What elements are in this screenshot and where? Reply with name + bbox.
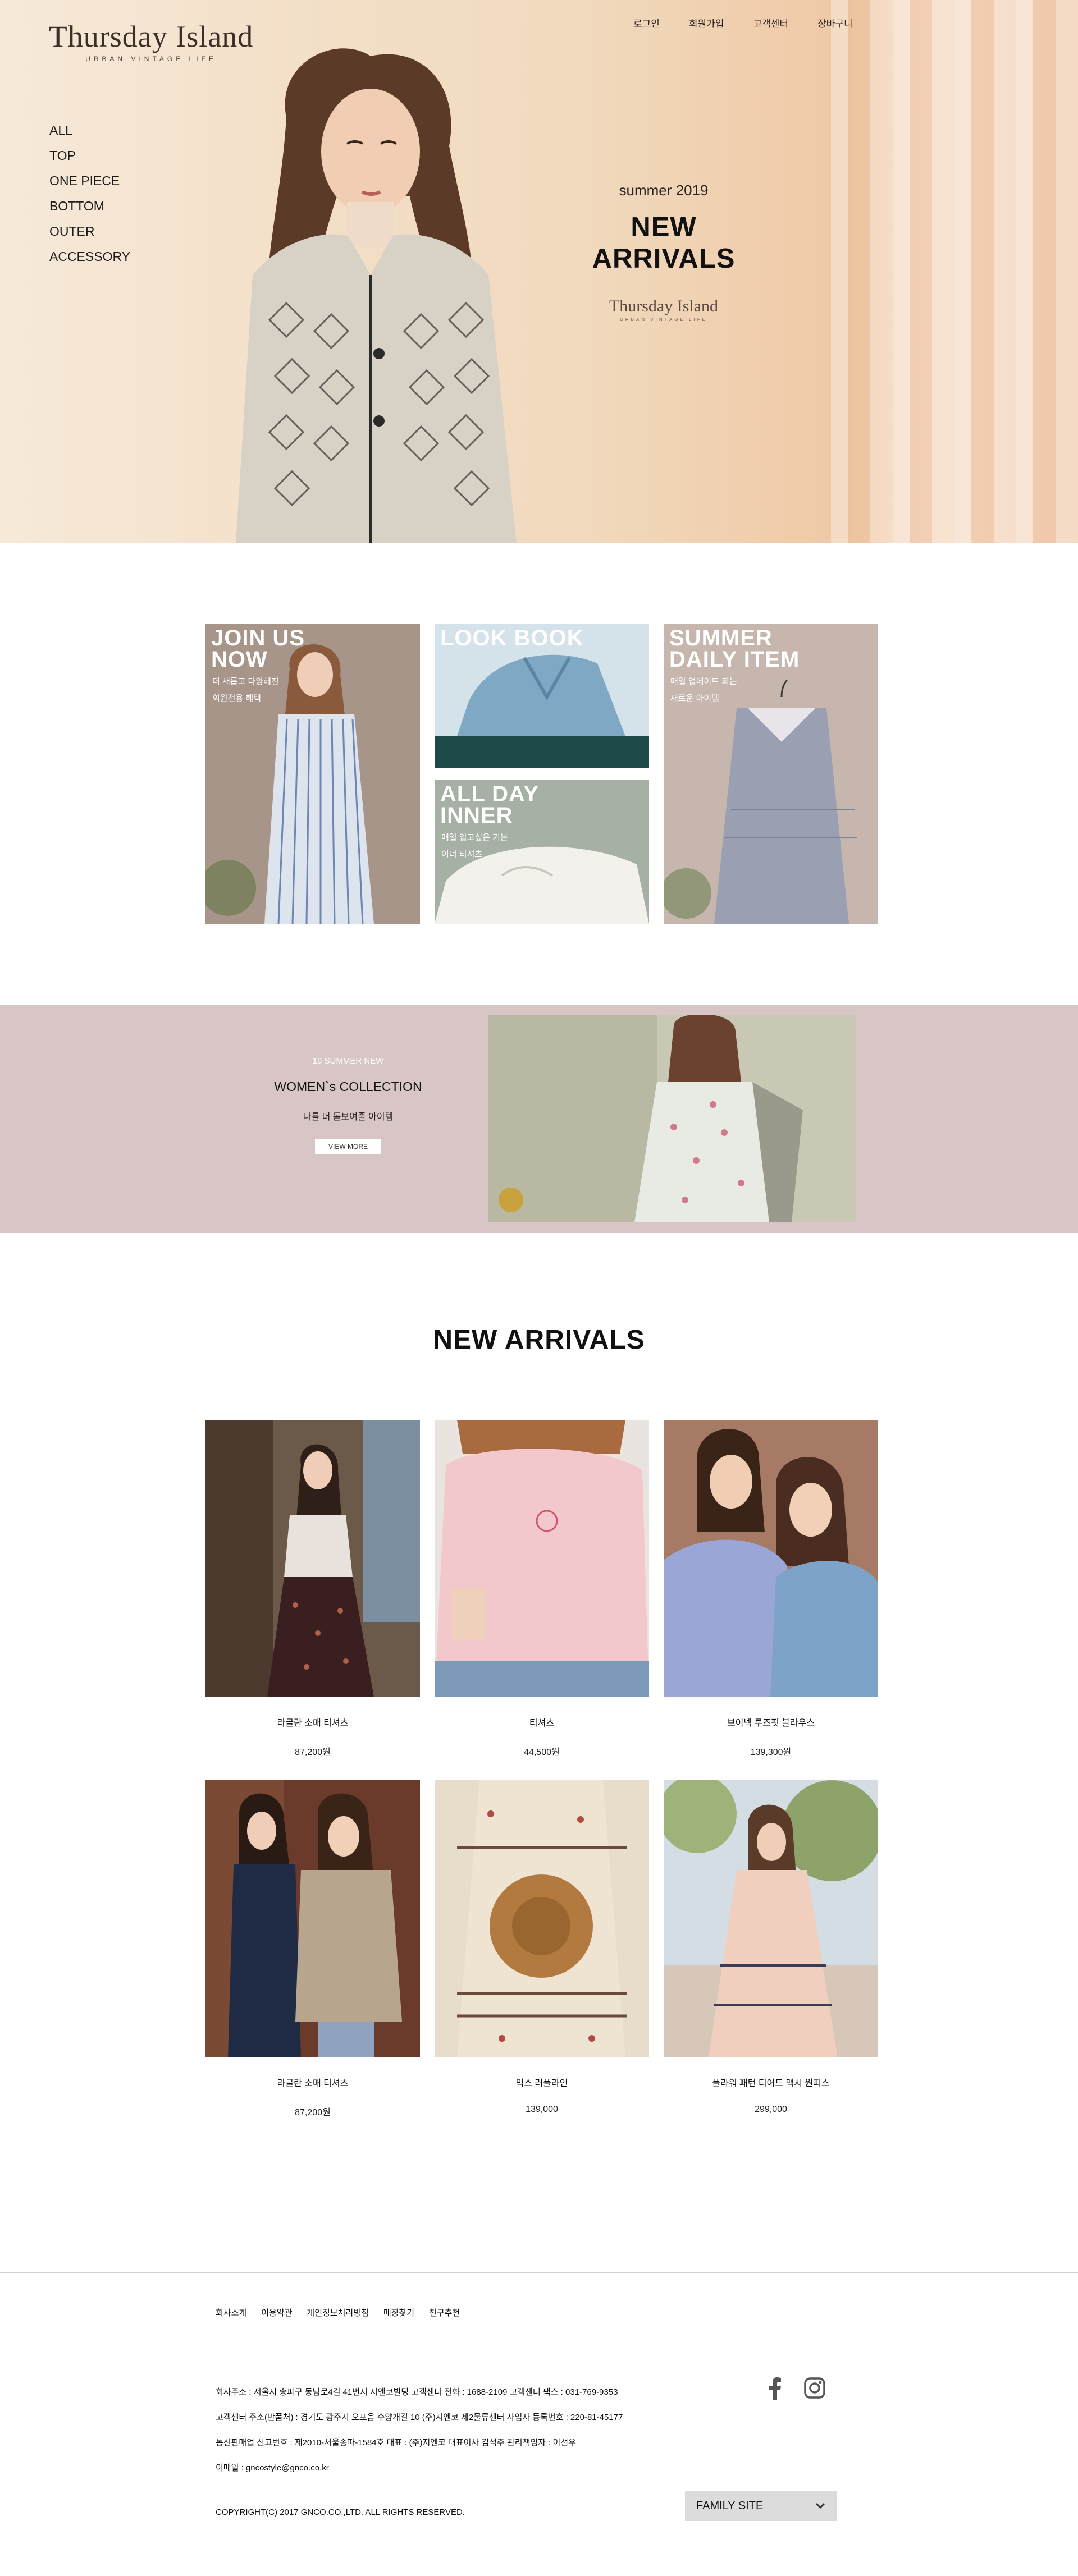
banner-copy: 19 SUMMER NEW WOMEN`s COLLECTION 나를 더 돋보…: [241, 1056, 455, 1154]
category-outer[interactable]: OUTER: [49, 219, 130, 244]
family-site-select[interactable]: FAMILY SITE: [685, 2491, 837, 2521]
hero-brand-name: Thursday Island: [609, 297, 719, 315]
all-day-inner-subtitle: 매일 입고싶은 기본 이너 티셔츠: [441, 829, 508, 863]
all-day-inner-subtitle-line2: 이너 티셔츠: [441, 850, 483, 859]
category-all[interactable]: ALL: [49, 118, 130, 143]
product-card[interactable]: 티셔츠 44,500원: [435, 1420, 649, 1758]
category-top[interactable]: TOP: [49, 143, 130, 168]
summer-daily-title: SUMMER DAILY ITEM: [669, 626, 800, 672]
product-image: [205, 1420, 420, 1697]
business-registration: 통신판매업 신고번호 : 제2010-서울송파-1584호 대표 : (주)지엔…: [216, 2438, 576, 2447]
hero-copy: summer 2019 NEW ARRIVALS Thursday Island…: [561, 182, 766, 322]
category-one-piece[interactable]: ONE PIECE: [49, 168, 130, 194]
footer-divider: [0, 2272, 1078, 2273]
product-name: 믹스 러플라인: [515, 2079, 568, 2088]
product-name: 브이넥 루즈핏 블라우스: [727, 1718, 815, 1728]
view-more-button[interactable]: VIEW MORE: [315, 1139, 381, 1154]
hero-model-image: [236, 48, 517, 543]
join-us-subtitle-line1: 더 새롭고 다양해진: [212, 677, 279, 686]
product-price: 139,300원: [750, 1748, 792, 1757]
product-price: 299,000: [755, 2105, 787, 2114]
collection-banner: 19 SUMMER NEW WOMEN`s COLLECTION 나를 더 돋보…: [0, 1005, 1078, 1233]
banner-title: WOMEN`s COLLECTION: [274, 1079, 422, 1094]
product-price: 139,000: [526, 2105, 558, 2114]
footer-link-referral[interactable]: 친구추천: [429, 2307, 460, 2318]
company-info: 회사주소 : 서울시 송파구 동남로4길 41번지 지엔코빌딩 고객센터 전화 …: [216, 2380, 623, 2481]
join-us-title-line2: NOW: [211, 647, 268, 672]
footer-link-terms[interactable]: 이용약관: [261, 2307, 292, 2318]
product-name: 플라워 패턴 티어드 맥시 원피스: [712, 2079, 830, 2088]
footer-link-privacy[interactable]: 개인정보처리방침: [307, 2307, 368, 2318]
footer-link-about[interactable]: 회사소개: [216, 2307, 246, 2318]
login-link[interactable]: 로그인: [633, 16, 660, 30]
cart-link[interactable]: 장바구니: [817, 16, 853, 30]
contact-email: 이메일 : gncostyle@gnco.co.kr: [216, 2463, 329, 2473]
promo-grid: JOIN US NOW 더 새롭고 다양해진 회원전용 혜택 LOOK BOOK…: [205, 624, 878, 924]
chevron-down-icon: [815, 2502, 825, 2509]
product-name: 라글란 소매 티셔츠: [277, 1718, 349, 1728]
product-image: [664, 1420, 878, 1697]
category-bottom[interactable]: BOTTOM: [49, 194, 130, 219]
all-day-inner-tile[interactable]: ALL DAY INNER 매일 입고싶은 기본 이너 티셔츠: [435, 780, 649, 924]
product-name: 티셔츠: [529, 1718, 555, 1728]
product-image: [664, 1780, 878, 2057]
join-us-title: JOIN US NOW: [211, 626, 305, 672]
product-card[interactable]: 라글란 소매 티셔츠 87,200원: [205, 1420, 420, 1758]
footer-link-store-finder[interactable]: 매장찾기: [383, 2307, 414, 2318]
product-price: 44,500원: [524, 1748, 560, 1757]
summer-daily-subtitle: 매일 업데이트 되는 새로운 아이템: [670, 673, 737, 707]
social-links: [769, 2377, 825, 2400]
brand-logo-name: Thursday Island: [48, 20, 254, 53]
category-nav: ALL TOP ONE PIECE BOTTOM OUTER ACCESSORY: [49, 118, 130, 269]
banner-photo: [488, 1015, 856, 1222]
product-image: [205, 1780, 420, 2057]
all-day-inner-title: ALL DAY INNER: [440, 782, 539, 828]
lookbook-tile[interactable]: LOOK BOOK: [435, 624, 649, 768]
product-card[interactable]: 믹스 러플라인 139,000: [435, 1780, 649, 2115]
product-card[interactable]: 라글란 소매 티셔츠 87,200원: [205, 1780, 420, 2118]
summer-daily-subtitle-line2: 새로운 아이템: [670, 694, 719, 703]
banner-kicker: 19 SUMMER NEW: [312, 1056, 384, 1066]
return-address: 고객센터 주소(반품처) : 경기도 광주시 오포읍 수양개길 10 (주)지엔…: [216, 2413, 623, 2422]
hero-title: NEW ARRIVALS: [592, 212, 736, 274]
join-us-subtitle-line2: 회원전용 혜택: [212, 694, 261, 703]
hero-section: Thursday Island URBAN VINTAGE LIFE 로그인 회…: [0, 0, 1078, 543]
hero-season: summer 2019: [619, 182, 709, 199]
summer-daily-tile[interactable]: SUMMER DAILY ITEM 매일 업데이트 되는 새로운 아이템: [664, 624, 878, 924]
all-day-inner-subtitle-line1: 매일 입고싶은 기본: [441, 833, 508, 842]
join-us-title-line1: JOIN US: [211, 626, 305, 650]
product-name: 라글란 소매 티셔츠: [277, 2079, 349, 2088]
product-card[interactable]: 브이넥 루즈핏 블라우스 139,300원: [664, 1420, 878, 1758]
join-us-tile[interactable]: JOIN US NOW 더 새롭고 다양해진 회원전용 혜택: [205, 624, 420, 924]
summer-daily-title-line2: DAILY ITEM: [669, 647, 800, 672]
category-accessory[interactable]: ACCESSORY: [49, 244, 130, 269]
banner-subtitle: 나를 더 돋보여줄 아이템: [303, 1112, 394, 1122]
all-day-inner-title-line1: ALL DAY: [440, 782, 539, 806]
product-price: 87,200원: [295, 1748, 331, 1757]
copyright: COPYRIGHT(C) 2017 GNCO.CO.,LTD. ALL RIGH…: [216, 2508, 465, 2517]
brand-logo[interactable]: Thursday Island URBAN VINTAGE LIFE: [42, 19, 261, 63]
footer-links: 회사소개 이용약관 개인정보처리방침 매장찾기 친구추천: [216, 2307, 460, 2318]
company-address: 회사주소 : 서울시 송파구 동남로4길 41번지 지엔코빌딩 고객센터 전화 …: [216, 2387, 618, 2397]
all-day-inner-title-line2: INNER: [440, 803, 513, 828]
join-link[interactable]: 회원가입: [689, 16, 724, 30]
hero-brand-tagline: URBAN VINTAGE LIFE: [620, 317, 707, 322]
summer-daily-subtitle-line1: 매일 업데이트 되는: [670, 677, 737, 686]
customer-center-link[interactable]: 고객센터: [753, 16, 788, 30]
product-image: [435, 1420, 649, 1697]
product-price: 87,200원: [295, 2108, 331, 2117]
instagram-icon[interactable]: [804, 2377, 825, 2399]
product-image: [435, 1780, 649, 2057]
facebook-icon[interactable]: [769, 2377, 782, 2400]
hero-curtain: [831, 0, 1078, 543]
family-site-label: FAMILY SITE: [696, 2499, 764, 2512]
top-nav: 로그인 회원가입 고객센터 장바구니: [633, 16, 853, 30]
summer-daily-title-line1: SUMMER: [669, 626, 773, 650]
new-arrivals-title: NEW ARRIVALS: [433, 1325, 645, 1355]
lookbook-title: LOOK BOOK: [440, 626, 584, 650]
product-card[interactable]: 플라워 패턴 티어드 맥시 원피스 299,000: [664, 1780, 878, 2115]
brand-logo-tagline: URBAN VINTAGE LIFE: [85, 55, 217, 63]
join-us-subtitle: 더 새롭고 다양해진 회원전용 혜택: [212, 673, 279, 707]
